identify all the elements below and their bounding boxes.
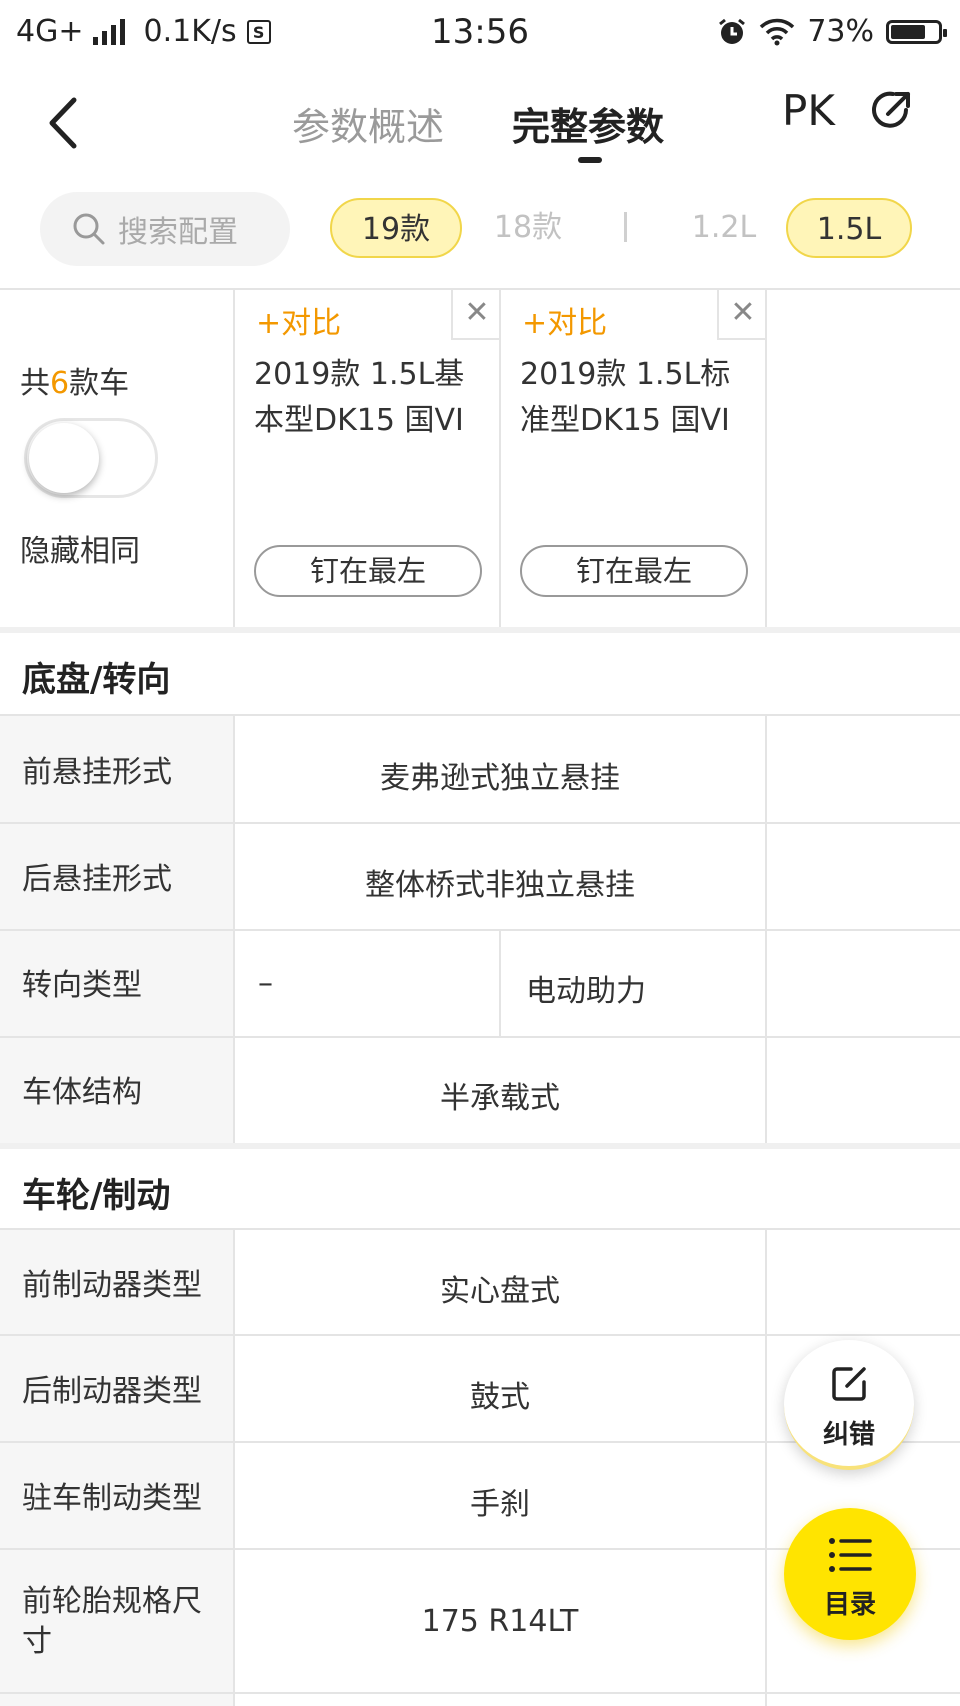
report-error-button[interactable]: 纠错 bbox=[784, 1340, 914, 1470]
param-value: 整体桥式非独立悬挂 bbox=[365, 868, 635, 903]
divider bbox=[233, 288, 235, 628]
report-error-label: 纠错 bbox=[822, 1420, 875, 1450]
section-title-chassis: 底盘/转向 bbox=[22, 660, 171, 700]
param-label: 转向类型 bbox=[22, 968, 142, 1003]
count-number: 6 bbox=[50, 366, 70, 401]
remove-car-button[interactable]: ✕ bbox=[451, 290, 501, 340]
edit-icon bbox=[832, 1367, 866, 1401]
param-label: 前悬挂形式 bbox=[22, 755, 172, 790]
count-suffix: 款车 bbox=[69, 366, 130, 401]
share-icon bbox=[872, 91, 910, 128]
pin-left-button[interactable]: 钉在最左 bbox=[520, 545, 748, 597]
close-icon: ✕ bbox=[730, 295, 756, 330]
divider bbox=[0, 1036, 960, 1038]
param-value: 实心盘式 bbox=[440, 1274, 560, 1309]
car-model-name: 2019款 1.5L基本型DK15 国VI bbox=[254, 357, 465, 438]
tab-overview[interactable]: 参数概述 bbox=[292, 96, 444, 151]
param-value: 电动助力 bbox=[526, 974, 646, 1009]
share-button[interactable] bbox=[868, 88, 914, 134]
param-value: 鼓式 bbox=[470, 1380, 530, 1415]
divider bbox=[0, 822, 960, 824]
chip-separator bbox=[624, 212, 627, 242]
pin-left-button[interactable]: 钉在最左 bbox=[254, 545, 482, 597]
remove-car-button[interactable]: ✕ bbox=[717, 290, 767, 340]
toc-label: 目录 bbox=[823, 1590, 876, 1620]
count-prefix: 共 bbox=[20, 366, 50, 401]
search-box[interactable]: 搜索配置 bbox=[40, 192, 290, 266]
hide-same-toggle[interactable] bbox=[24, 418, 158, 498]
chip-18-year[interactable]: 18款 bbox=[478, 198, 578, 258]
add-compare-button[interactable]: +对比 bbox=[256, 298, 341, 342]
close-icon: ✕ bbox=[464, 295, 490, 330]
status-right: 73% bbox=[717, 14, 947, 49]
search-placeholder: 搜索配置 bbox=[118, 215, 238, 250]
divider bbox=[499, 931, 501, 1037]
divider bbox=[765, 1230, 767, 1706]
back-button[interactable] bbox=[40, 88, 90, 158]
battery-icon bbox=[886, 19, 947, 44]
chip-19-year[interactable]: 19款 bbox=[330, 198, 462, 258]
back-arrow-icon bbox=[49, 97, 77, 149]
param-value: 手刹 bbox=[470, 1487, 530, 1522]
param-label: 前轮胎规格尺寸 bbox=[22, 1584, 202, 1659]
alarm-icon bbox=[719, 18, 746, 44]
chip-1-2l[interactable]: 1.2L bbox=[676, 198, 772, 258]
add-compare-button[interactable]: +对比 bbox=[522, 298, 607, 342]
chip-1-5l[interactable]: 1.5L bbox=[786, 198, 912, 258]
param-value: 175 R14LT bbox=[421, 1604, 579, 1639]
toc-button[interactable]: 目录 bbox=[784, 1508, 916, 1640]
section-gap bbox=[0, 1143, 960, 1149]
toggle-knob bbox=[29, 423, 99, 493]
divider bbox=[0, 1692, 960, 1694]
search-icon bbox=[73, 213, 105, 245]
param-label: 后制动器类型 bbox=[22, 1374, 202, 1409]
wifi-icon bbox=[760, 18, 795, 45]
section-gap bbox=[0, 627, 960, 633]
battery-percent: 73% bbox=[807, 14, 874, 49]
param-label: 后悬挂形式 bbox=[22, 862, 172, 897]
param-label: 车体结构 bbox=[22, 1075, 142, 1110]
divider bbox=[0, 1334, 960, 1336]
tab-full-params[interactable]: 完整参数 bbox=[512, 96, 664, 151]
hide-same-label: 隐藏相同 bbox=[20, 534, 140, 569]
param-value: 半承载式 bbox=[440, 1081, 560, 1116]
model-count: 共6款车 bbox=[20, 358, 129, 402]
param-value: – bbox=[258, 966, 273, 1001]
list-icon bbox=[829, 1538, 872, 1572]
param-value: 麦弗逊式独立悬挂 bbox=[380, 761, 620, 796]
section-title-wheels-brakes: 车轮/制动 bbox=[22, 1176, 171, 1216]
divider bbox=[0, 929, 960, 931]
param-label: 驻车制动类型 bbox=[22, 1481, 202, 1516]
status-bar: 4G+ 0.1K/s S 13:56 73% bbox=[0, 0, 960, 66]
pk-button[interactable]: PK bbox=[782, 86, 835, 135]
param-label: 前制动器类型 bbox=[22, 1268, 202, 1303]
tab-indicator bbox=[578, 157, 602, 163]
car-model-name: 2019款 1.5L标准型DK15 国VI bbox=[520, 357, 731, 438]
